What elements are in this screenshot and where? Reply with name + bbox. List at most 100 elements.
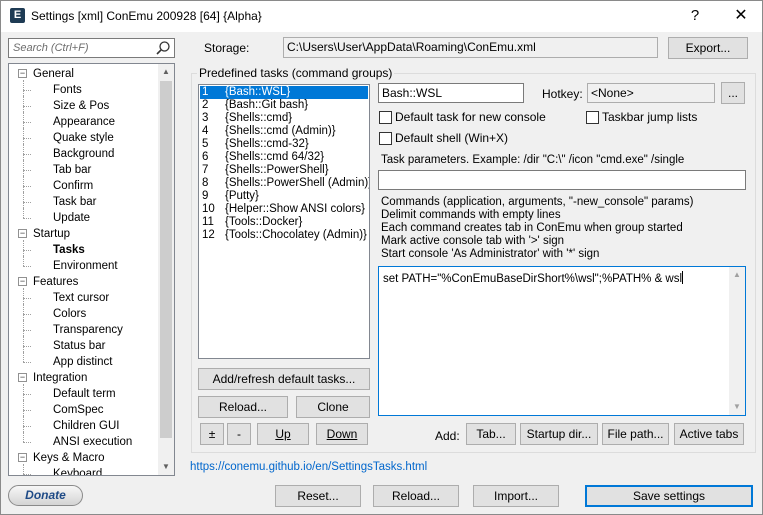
tree-collapse-icon[interactable]: −: [18, 229, 27, 238]
remove-task-button[interactable]: -: [227, 423, 251, 445]
tree-item-app-distinct[interactable]: App distinct: [53, 354, 112, 370]
task-list-item[interactable]: 7 {Shells::PowerShell}: [200, 164, 368, 177]
tree-item-comspec[interactable]: ComSpec: [53, 402, 104, 418]
tree-connector: [23, 330, 31, 331]
task-params-field[interactable]: [378, 170, 746, 190]
title-bar[interactable]: E Settings [xml] ConEmu 200928 [64] {Alp…: [1, 1, 762, 32]
search-icon[interactable]: [155, 40, 171, 56]
tree-connector: [23, 250, 31, 251]
tree-item-default-term[interactable]: Default term: [53, 386, 116, 402]
task-name-field[interactable]: Bash::WSL: [378, 83, 524, 103]
scroll-up-arrow-icon[interactable]: ▲: [729, 267, 745, 283]
tree-item-transparency[interactable]: Transparency: [53, 322, 123, 338]
task-list-item[interactable]: 11 {Tools::Docker}: [200, 216, 368, 229]
hotkey-field[interactable]: <None>: [587, 83, 715, 103]
tree-item-general[interactable]: General: [33, 66, 74, 82]
tree-collapse-icon[interactable]: −: [18, 453, 27, 462]
add-label: Add:: [435, 429, 460, 443]
tree-item-ansi-execution[interactable]: ANSI execution: [53, 434, 132, 450]
startup-dir-button[interactable]: Startup dir...: [520, 423, 598, 445]
scroll-down-arrow-icon[interactable]: ▼: [729, 399, 745, 415]
default-shell-checkbox[interactable]: [379, 132, 392, 145]
add-tab-button[interactable]: Tab...: [466, 423, 516, 445]
clone-task-button[interactable]: Clone: [296, 396, 370, 418]
tree-item-background[interactable]: Background: [53, 146, 114, 162]
tree-collapse-icon[interactable]: −: [18, 373, 27, 382]
tree-item-startup[interactable]: Startup: [33, 226, 70, 242]
task-list-item[interactable]: 4 {Shells::cmd (Admin)}: [200, 125, 368, 138]
tree-connector: [23, 410, 31, 411]
tree-item-children-gui[interactable]: Children GUI: [53, 418, 119, 434]
default-task-checkbox[interactable]: [379, 111, 392, 124]
reload-tasks-button[interactable]: Reload...: [198, 396, 288, 418]
tree-item-task-bar[interactable]: Task bar: [53, 194, 96, 210]
tree-connector: [23, 138, 31, 139]
file-path-button[interactable]: File path...: [602, 423, 669, 445]
commands-help-line: Mark active console tab with '>' sign: [381, 235, 565, 247]
tree-item-tasks[interactable]: Tasks: [53, 242, 85, 258]
tree-item-keys-macro[interactable]: Keys & Macro: [33, 450, 105, 466]
reload-settings-button[interactable]: Reload...: [373, 485, 459, 507]
storage-path-field[interactable]: C:\Users\User\AppData\Roaming\ConEmu.xml: [283, 37, 658, 58]
export-button[interactable]: Export...: [668, 37, 748, 59]
task-list-item[interactable]: 9 {Putty}: [200, 190, 368, 203]
scroll-down-arrow-icon[interactable]: ▼: [158, 459, 174, 475]
task-name: {Putty}: [225, 190, 259, 202]
settings-tree[interactable]: − General Fonts Size & Pos Appearance Quake s…: [8, 63, 175, 476]
tree-connector: [23, 288, 24, 304]
import-button[interactable]: Import...: [473, 485, 559, 507]
save-settings-button[interactable]: Save settings: [585, 485, 753, 507]
move-up-button[interactable]: Up: [257, 423, 309, 445]
task-list-item[interactable]: 10 {Helper::Show ANSI colors}: [200, 203, 368, 216]
task-list-item[interactable]: 1 {Bash::WSL}: [200, 86, 368, 99]
task-list-item[interactable]: 2 {Bash::Git bash}: [200, 99, 368, 112]
tree-connector: [23, 362, 31, 363]
tree-item-appearance[interactable]: Appearance: [53, 114, 115, 130]
reset-button[interactable]: Reset...: [275, 485, 361, 507]
tree-scrollbar[interactable]: ▲ ▼: [158, 64, 174, 475]
commands-textarea[interactable]: set PATH="%ConEmuBaseDirShort%\wsl";%PAT…: [378, 266, 746, 416]
tree-scroll-thumb[interactable]: [160, 81, 172, 438]
task-list-item[interactable]: 8 {Shells::PowerShell (Admin)}: [200, 177, 369, 190]
tree-item-quake-style[interactable]: Quake style: [53, 130, 114, 146]
tree-item-status-bar[interactable]: Status bar: [53, 338, 105, 354]
tree-item-update[interactable]: Update: [53, 210, 90, 226]
donate-button[interactable]: Donate: [8, 485, 83, 506]
tree-connector: [23, 394, 31, 395]
taskbar-jump-checkbox[interactable]: [586, 111, 599, 124]
tree-item-fonts[interactable]: Fonts: [53, 82, 82, 98]
tree-collapse-icon[interactable]: −: [18, 277, 27, 286]
task-list-item[interactable]: 12 {Tools::Chocolatey (Admin)}: [200, 229, 368, 242]
tree-item-keyboard[interactable]: Keyboard: [53, 466, 102, 475]
tree-item-colors[interactable]: Colors: [53, 306, 86, 322]
search-input[interactable]: Search (Ctrl+F): [8, 38, 175, 58]
add-refresh-default-tasks-button[interactable]: Add/refresh default tasks...: [198, 368, 370, 390]
task-list-item[interactable]: 6 {Shells::cmd 64/32}: [200, 151, 368, 164]
tree-item-confirm[interactable]: Confirm: [53, 178, 93, 194]
scroll-up-arrow-icon[interactable]: ▲: [158, 64, 174, 80]
help-button[interactable]: ?: [681, 5, 709, 27]
tree-connector: [23, 112, 24, 128]
task-number: 1: [202, 86, 209, 98]
tree-item-integration[interactable]: Integration: [33, 370, 87, 386]
commands-scrollbar[interactable]: ▲ ▼: [729, 267, 745, 415]
task-list-item[interactable]: 3 {Shells::cmd}: [200, 112, 368, 125]
task-name: {Tools::Chocolatey (Admin)}: [225, 229, 367, 241]
add-task-button[interactable]: ±: [200, 423, 224, 445]
task-list[interactable]: 1 {Bash::WSL} 2 {Bash::Git bash} 3 {Shells::c…: [198, 84, 370, 359]
tree-item-environment[interactable]: Environment: [53, 258, 118, 274]
settings-help-link[interactable]: https://conemu.github.io/en/SettingsTask…: [190, 461, 427, 473]
close-button[interactable]: ✕: [727, 5, 755, 27]
hotkey-more-button[interactable]: ...: [721, 82, 745, 104]
tree-item-text-cursor[interactable]: Text cursor: [53, 290, 109, 306]
tree-item-tab-bar[interactable]: Tab bar: [53, 162, 91, 178]
move-down-button[interactable]: Down: [316, 423, 368, 445]
active-tabs-button[interactable]: Active tabs: [674, 423, 744, 445]
commands-text: set PATH="%ConEmuBaseDirShort%\wsl";%PAT…: [383, 271, 684, 285]
tree-collapse-icon[interactable]: −: [18, 69, 27, 78]
settings-window: E Settings [xml] ConEmu 200928 [64] {Alp…: [0, 0, 763, 515]
tree-item-features[interactable]: Features: [33, 274, 78, 290]
tree-connector: [23, 170, 31, 171]
tree-item-size-pos[interactable]: Size & Pos: [53, 98, 109, 114]
task-list-item[interactable]: 5 {Shells::cmd-32}: [200, 138, 368, 151]
